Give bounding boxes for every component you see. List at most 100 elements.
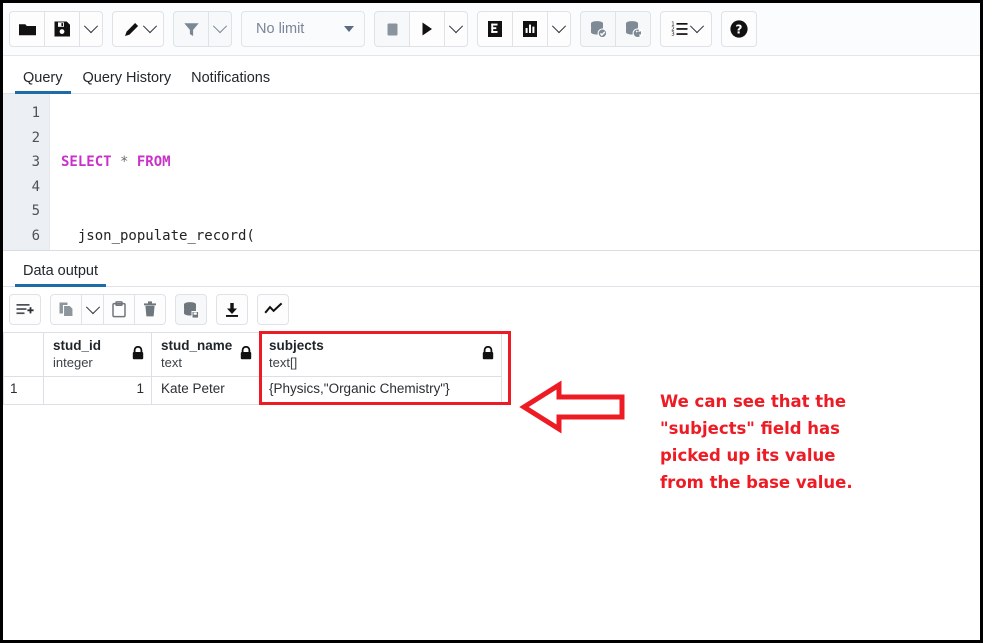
table-row[interactable]: 1 1 Kate Peter {Physics,"Organic Chemist… <box>4 377 502 405</box>
tab-notifications[interactable]: Notifications <box>181 70 280 93</box>
chevron-down-icon <box>85 300 99 314</box>
tab-data-output-label: Data output <box>23 263 98 279</box>
column-header-stud-name[interactable]: stud_name text <box>152 333 260 377</box>
save-data-changes-icon <box>182 301 200 319</box>
cell-stud-id[interactable]: 1 <box>44 377 152 405</box>
graph-visualiser-group <box>257 294 289 325</box>
help-question-icon: ? <box>729 19 749 39</box>
row-limit-value: No limit <box>256 21 304 37</box>
editor-gutter: 1 2 3 4 5 6 <box>3 94 50 250</box>
filter-funnel-icon <box>183 21 200 38</box>
rollback-database-undo-icon <box>624 20 643 39</box>
table-header-row: stud_id integer stud_name text <box>4 333 502 377</box>
explain-e-icon <box>486 20 504 38</box>
explain-options-button[interactable] <box>547 11 571 47</box>
lock-icon <box>482 346 494 363</box>
numbered-list-icon: 1 2 3 <box>671 20 689 38</box>
open-file-icon <box>18 20 37 39</box>
sql-editor[interactable]: 1 2 3 4 5 6 SELECT * FROM json_populate_… <box>3 94 980 251</box>
commit-button[interactable] <box>580 11 616 47</box>
file-group <box>9 11 103 47</box>
chevron-down-icon <box>213 19 227 33</box>
download-button[interactable] <box>216 294 248 325</box>
add-row-button[interactable] <box>9 294 41 325</box>
explain-group <box>477 11 571 47</box>
line-number: 4 <box>3 175 49 200</box>
explain-button[interactable] <box>477 11 513 47</box>
chevron-down-icon <box>552 19 566 33</box>
help-group: ? <box>721 11 757 47</box>
save-button[interactable] <box>44 11 80 47</box>
lock-icon <box>240 346 252 363</box>
edit-button[interactable] <box>112 11 164 47</box>
open-file-button[interactable] <box>9 11 45 47</box>
copy-options-button[interactable] <box>81 294 104 325</box>
filter-group <box>173 11 232 47</box>
query-toolbar: No limit <box>3 3 980 56</box>
chevron-down-icon <box>84 19 98 33</box>
pencil-edit-icon <box>122 20 141 39</box>
column-header-stud-id[interactable]: stud_id integer <box>44 333 152 377</box>
cell-subjects[interactable]: {Physics,"Organic Chemistry"} <box>260 377 502 405</box>
paste-clipboard-icon <box>111 301 127 318</box>
delete-trash-icon <box>143 301 157 318</box>
query-tabbar: Query Query History Notifications <box>3 56 980 94</box>
svg-text:3: 3 <box>671 32 674 38</box>
save-icon <box>53 20 71 38</box>
save-data-group <box>175 294 207 325</box>
code-line-1: SELECT * FROM <box>61 150 980 175</box>
chevron-down-icon <box>689 19 703 33</box>
tab-query-history[interactable]: Query History <box>73 70 182 93</box>
graph-visualiser-button[interactable] <box>257 294 289 325</box>
tab-data-output[interactable]: Data output <box>13 263 108 286</box>
download-group <box>216 294 248 325</box>
rownum-header <box>4 333 44 377</box>
line-number: 1 <box>3 101 49 126</box>
sql-code[interactable]: SELECT * FROM json_populate_record( (1,'… <box>50 94 980 250</box>
triangle-down-icon <box>344 26 354 32</box>
code-line-2: json_populate_record( <box>61 224 980 249</box>
execute-options-button[interactable] <box>444 11 468 47</box>
filter-button[interactable] <box>173 11 209 47</box>
save-data-changes-button[interactable] <box>175 294 207 325</box>
pgadmin-query-tool-window: No limit <box>0 0 983 643</box>
add-row-group <box>9 294 41 325</box>
paste-button[interactable] <box>103 294 135 325</box>
column-header-subjects[interactable]: subjects text[] <box>260 333 502 377</box>
filter-options-button[interactable] <box>208 11 232 47</box>
copy-icon <box>58 301 75 318</box>
copy-group <box>50 294 166 325</box>
line-number: 2 <box>3 126 49 151</box>
stop-button[interactable] <box>374 11 410 47</box>
delete-button[interactable] <box>134 294 166 325</box>
rollback-button[interactable] <box>615 11 651 47</box>
chevron-down-icon <box>142 19 156 33</box>
cell-stud-name[interactable]: Kate Peter <box>152 377 260 405</box>
save-options-button[interactable] <box>79 11 103 47</box>
sql-keyword-from: FROM <box>137 154 171 170</box>
execute-button[interactable] <box>409 11 445 47</box>
row-limit-select[interactable]: No limit <box>241 11 365 47</box>
transaction-group <box>580 11 651 47</box>
execute-group <box>374 11 468 47</box>
stop-square-icon <box>385 22 400 37</box>
help-button[interactable]: ? <box>721 11 757 47</box>
arrow-left-icon <box>519 379 627 440</box>
explain-analyze-button[interactable] <box>512 11 548 47</box>
column-type: text[] <box>269 354 495 371</box>
tab-query[interactable]: Query <box>13 70 73 93</box>
edit-group <box>112 11 164 47</box>
tab-notifications-label: Notifications <box>191 70 270 86</box>
play-triangle-icon <box>419 21 435 37</box>
download-icon <box>224 302 240 318</box>
line-number: 3 <box>3 150 49 175</box>
sql-keyword-select: SELECT <box>61 154 112 170</box>
macros-button[interactable]: 1 2 3 <box>660 11 712 47</box>
add-row-icon <box>16 302 34 318</box>
sql-star: * <box>112 154 137 170</box>
copy-button[interactable] <box>50 294 82 325</box>
data-output-toolbar <box>3 287 980 332</box>
chevron-down-icon <box>449 19 463 33</box>
result-table: stud_id integer stud_name text <box>3 332 502 405</box>
tab-query-label: Query <box>23 70 63 86</box>
